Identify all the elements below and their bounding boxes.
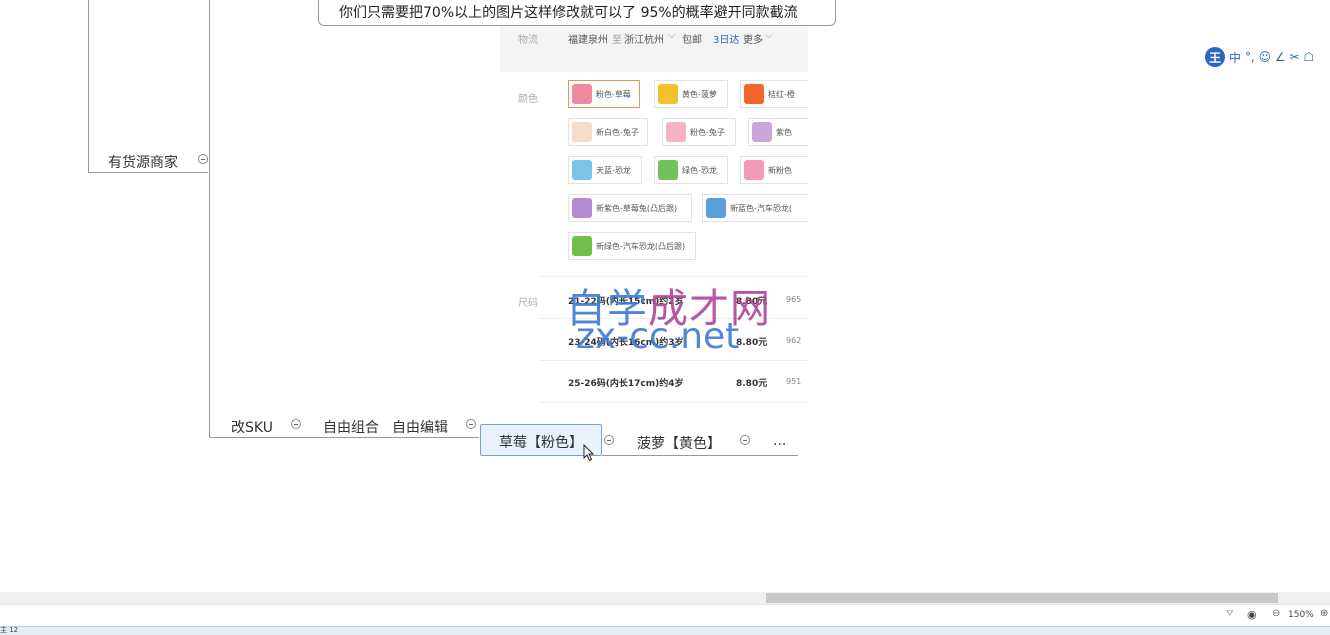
zoom-level: 150% (1288, 610, 1314, 620)
sku-label: 新粉色 (768, 165, 792, 175)
connector-supplier-bottom (88, 172, 208, 173)
sku-color-4[interactable]: 粉色-兔子 (662, 118, 736, 146)
ship-to-prefix: 至 (612, 35, 622, 46)
sku-label: 新紫色-草莓兔(凸后跟) (596, 203, 678, 213)
eye-icon[interactable]: ◉ (1247, 608, 1257, 621)
chevron-down-icon: ⌵ (765, 30, 773, 41)
ime-lang[interactable]: 中 (1229, 49, 1241, 66)
sku-thumb-6 (572, 160, 592, 180)
collapse-sku-icon[interactable] (291, 419, 301, 429)
sku-thumb-1 (658, 84, 678, 104)
ime-toolbar[interactable]: 王 中 °, ☺ ∠ ✂ ☖ (1205, 46, 1314, 68)
sku-label: 新白色-兔子 (596, 127, 639, 137)
sku-color-7[interactable]: 绿色-恐龙 (654, 156, 728, 184)
sku-label: 黄色-菠萝 (682, 89, 717, 99)
sku-label: 粉色-兔子 (690, 127, 725, 137)
collapse-supplier-icon[interactable] (198, 154, 208, 164)
free-shipping: 包邮 (682, 35, 702, 46)
connector-main-vertical (209, 0, 210, 438)
sku-label: 新绿色-汽车恐龙(凸后跟) (596, 241, 686, 251)
connector-top (88, 0, 89, 172)
divider (540, 402, 808, 403)
zoom-in-icon[interactable]: ⊕ (1320, 608, 1328, 619)
collapse-edit-icon[interactable] (466, 419, 476, 429)
sku-thumb-5 (752, 122, 772, 142)
sku-label: 天蓝-恐龙 (596, 165, 631, 175)
node-free-combo[interactable]: 自由组合 (323, 417, 379, 437)
size-stock-1: 962 (786, 336, 802, 345)
sku-thumb-4 (666, 122, 686, 142)
connector-child-bottom (602, 455, 798, 456)
node-supplier[interactable]: 有货源商家 (108, 152, 178, 172)
sku-color-0[interactable]: 粉色-草莓 (568, 80, 640, 108)
shipping-label: 物流 (518, 35, 538, 46)
size-row-2[interactable]: 25-26码(内长17cm)约4岁 (568, 376, 684, 389)
node-change-sku[interactable]: 改SKU (231, 417, 273, 437)
sku-thumb-11 (572, 236, 592, 256)
sku-thumb-3 (572, 122, 592, 142)
sku-color-8[interactable]: 新粉色 (740, 156, 808, 184)
delivery-badge: 3日达 (713, 35, 740, 46)
sku-thumb-7 (658, 160, 678, 180)
sku-label: 新蓝色-汽车恐龙( (730, 203, 793, 213)
sku-label: 绿色-恐龙 (682, 165, 717, 175)
size-stock-0: 965 (786, 295, 802, 304)
sku-color-6[interactable]: 天蓝-恐龙 (568, 156, 642, 184)
connector-sku-bottom (209, 437, 479, 438)
chevron-down-icon: ⌵ (668, 30, 676, 41)
node-free-edit[interactable]: 自由编辑 (392, 417, 448, 437)
collapse-strawberry-icon[interactable] (604, 435, 614, 445)
sku-thumb-10 (706, 198, 726, 218)
sku-label: 粉色-草莓 (596, 89, 631, 99)
sku-color-2[interactable]: 桔红-橙 (740, 80, 808, 108)
note-box[interactable]: 你们只需要把70%以上的图片这样修改就可以了 95%的概率避开同款截流 (318, 0, 836, 26)
sku-color-10[interactable]: 新蓝色-汽车恐龙( (702, 194, 808, 222)
ime-tools[interactable]: °, ☺ ∠ ✂ ☖ (1245, 50, 1314, 64)
divider (540, 360, 808, 361)
node-pineapple[interactable]: 菠萝【黄色】 (637, 433, 721, 453)
sku-thumb-0 (572, 84, 592, 104)
sku-label: 桔红-橙 (768, 89, 795, 99)
size-label: 尺码 (518, 298, 538, 309)
size-price-1: 8.80元 (736, 338, 768, 348)
size-stock-2: 951 (786, 377, 802, 386)
ime-badge[interactable]: 王 (1205, 47, 1225, 67)
sku-color-5[interactable]: 紫色 (748, 118, 808, 146)
collapse-pineapple-icon[interactable] (740, 435, 750, 445)
node-strawberry-label: 草莓【粉色】 (499, 435, 583, 451)
ship-from: 福建泉州 (568, 35, 608, 46)
sku-thumb-8 (744, 160, 764, 180)
watermark-url: zx-cc.net (576, 316, 740, 357)
sku-color-3[interactable]: 新白色-兔子 (568, 118, 648, 146)
mouse-cursor-icon (583, 444, 595, 462)
sku-color-1[interactable]: 黄色-菠萝 (654, 80, 728, 108)
shipping-row: 物流 福建泉州 至 浙江杭州 ⌵ 包邮 3日达 更多 ⌵ (500, 26, 808, 72)
ship-to[interactable]: 浙江杭州 (624, 31, 664, 46)
scrollbar-thumb[interactable] (766, 593, 1278, 603)
size-price-2: 8.80元 (736, 379, 768, 389)
sku-color-11[interactable]: 新绿色-汽车恐龙(凸后跟) (568, 232, 696, 260)
note-text: 你们只需要把70%以上的图片这样修改就可以了 95%的概率避开同款截流 (339, 5, 798, 21)
sku-thumb-2 (744, 84, 764, 104)
more-link[interactable]: 更多 (743, 31, 763, 46)
filter-icon[interactable]: ⛛ (1226, 609, 1234, 619)
sku-thumb-9 (572, 198, 592, 218)
node-more[interactable]: ... (773, 433, 786, 449)
sku-label: 紫色 (776, 127, 792, 137)
sku-color-9[interactable]: 新紫色-草莓兔(凸后跟) (568, 194, 692, 222)
color-label: 颜色 (518, 94, 538, 105)
product-screenshot: 物流 福建泉州 至 浙江杭州 ⌵ 包邮 3日达 更多 ⌵ 颜色 粉色-草莓 黄色… (500, 26, 808, 416)
status-bar: ⛛ ◉ ⊖ 150% ⊕ (0, 604, 1330, 627)
zoom-out-icon[interactable]: ⊖ (1272, 608, 1280, 619)
